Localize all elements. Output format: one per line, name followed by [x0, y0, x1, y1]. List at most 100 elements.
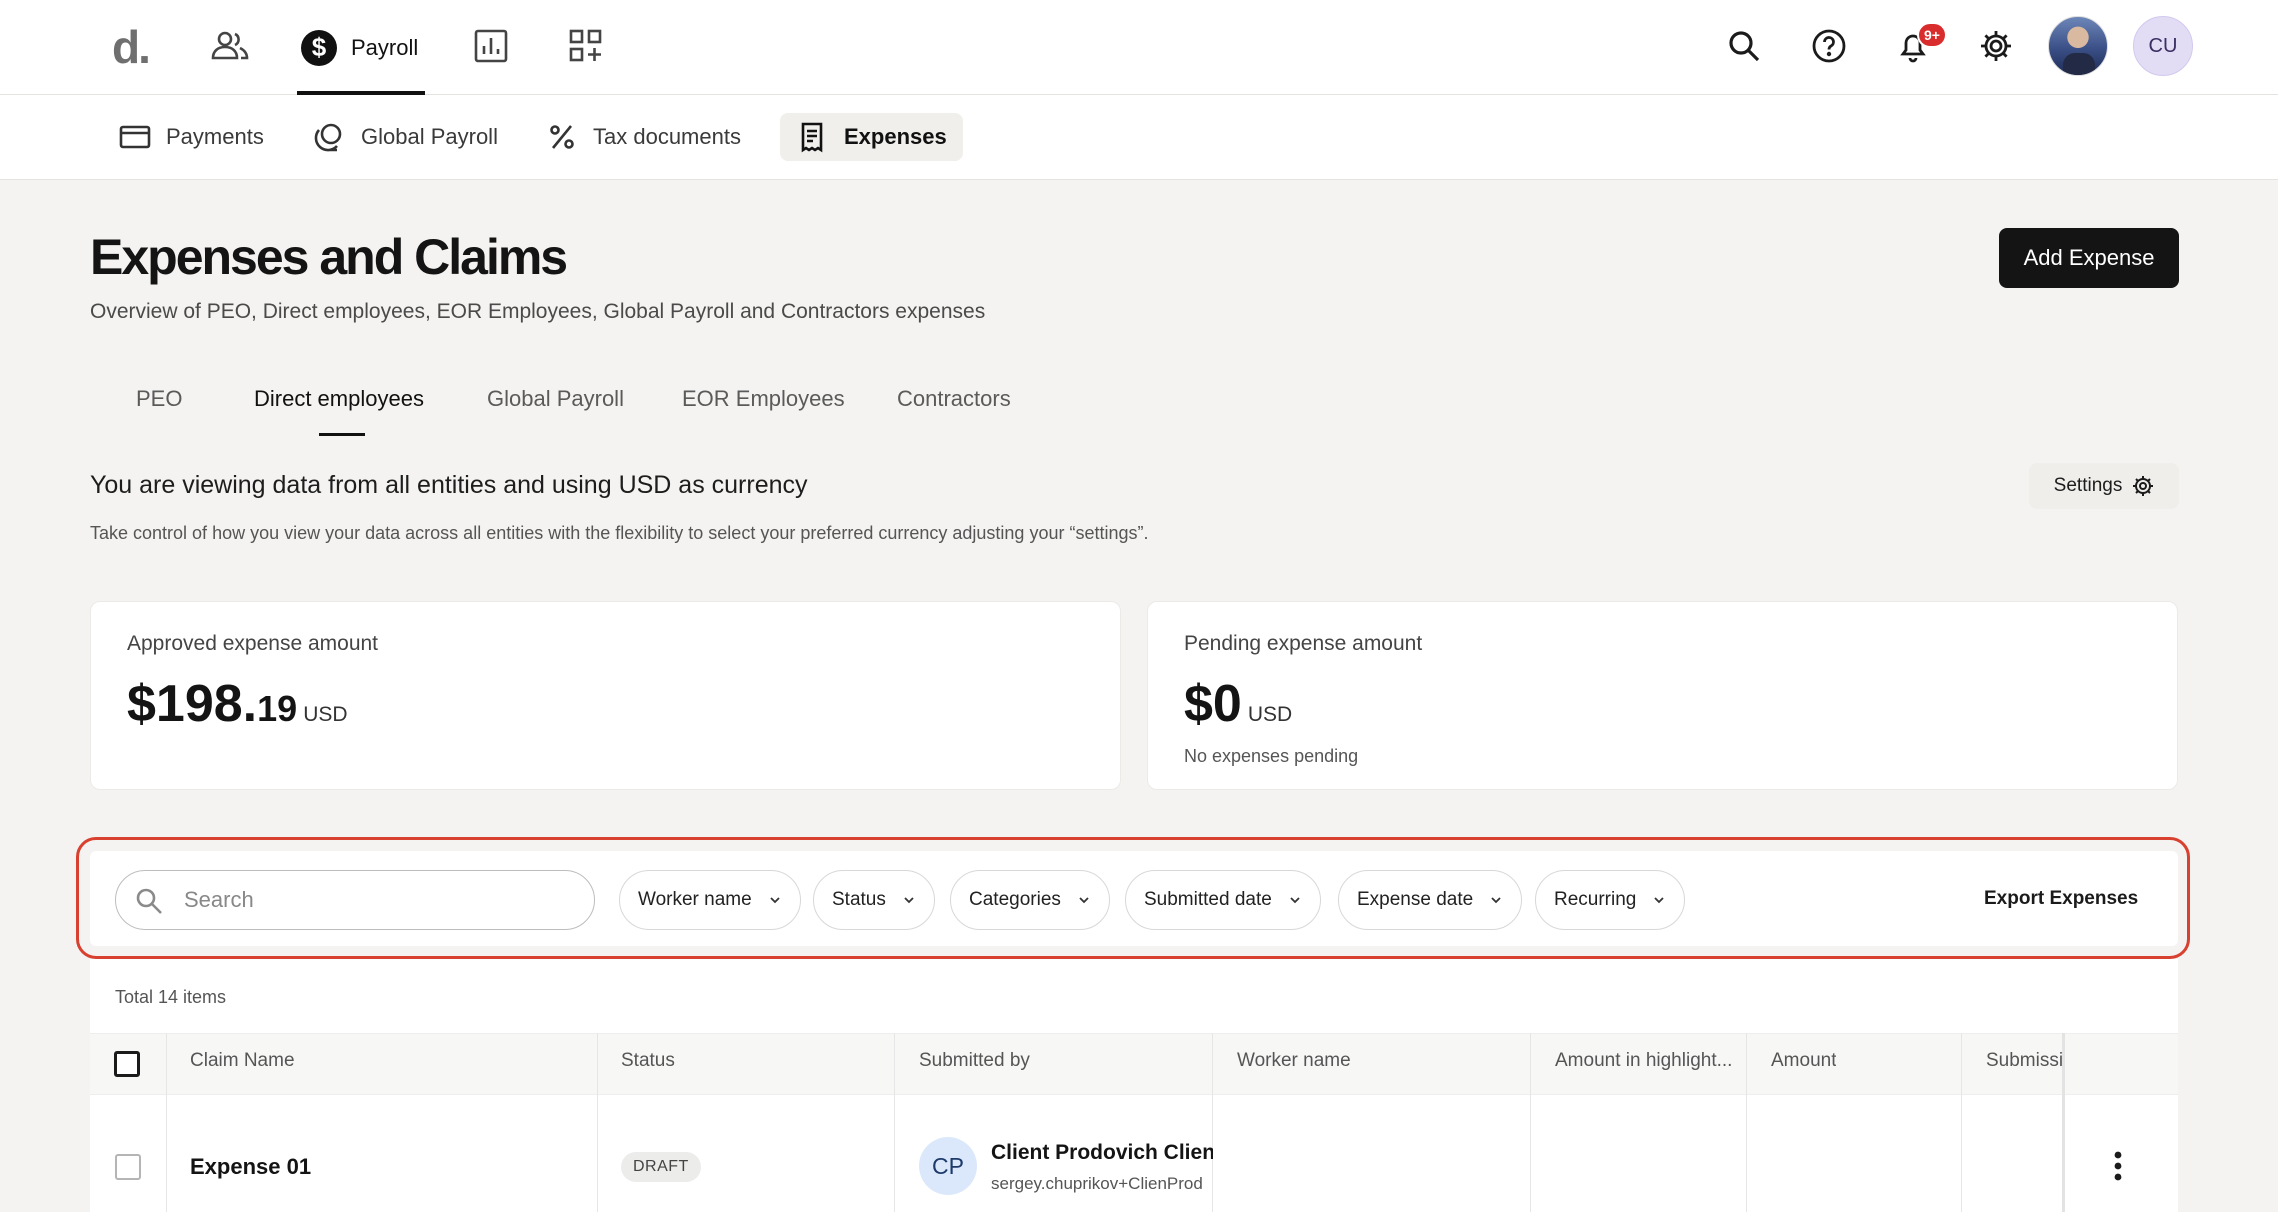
status-badge: DRAFT: [621, 1152, 701, 1182]
subnav-expenses[interactable]: Expenses: [780, 113, 963, 161]
chevron-down-icon: [1491, 897, 1501, 904]
approved-amount-whole: $198.: [127, 675, 258, 733]
search-icon: [136, 888, 162, 914]
percent-icon: [550, 125, 574, 149]
tab-peo[interactable]: PEO: [136, 386, 182, 436]
export-expenses-button[interactable]: Export Expenses: [1984, 888, 2138, 910]
page-subtitle: Overview of PEO, Direct employees, EOR E…: [90, 300, 986, 323]
pending-expense-note: No expenses pending: [1184, 746, 1359, 766]
column-divider: [1530, 1033, 1531, 1212]
card-icon: [119, 125, 151, 149]
filter-status-label: Status: [832, 889, 886, 910]
nav-payroll-label: Payroll: [351, 34, 419, 60]
total-items-count: Total 14 items: [115, 987, 227, 1007]
filter-recurring[interactable]: Recurring: [1535, 870, 1686, 930]
column-divider: [1746, 1033, 1747, 1212]
chevron-down-icon: [1290, 897, 1300, 904]
tab-direct-employees[interactable]: Direct employees: [254, 386, 424, 436]
chevron-down-icon: [904, 897, 914, 904]
subnav-global-payroll-label: Global Payroll: [361, 124, 498, 149]
active-tab-indicator: [319, 433, 365, 436]
user-photo-avatar[interactable]: [2048, 16, 2108, 76]
gear-icon[interactable]: [1974, 24, 2018, 68]
approved-expense-label: Approved expense amount: [127, 632, 379, 655]
filter-recurring-label: Recurring: [1554, 889, 1637, 910]
select-all-checkbox[interactable]: [114, 1051, 140, 1077]
payroll-subnav: Payments Global Payroll Tax documents Ex…: [0, 95, 2278, 180]
chevron-down-icon: [1079, 897, 1089, 904]
filter-status[interactable]: Status: [813, 870, 935, 930]
chevron-down-icon: [770, 897, 780, 904]
column-divider: [1961, 1033, 1962, 1212]
notification-badge: 9+: [1917, 22, 1947, 48]
submitter-name: Client Prodovich Client: [991, 1141, 1213, 1164]
column-header-submitted-by[interactable]: Submitted by: [919, 1050, 1030, 1072]
page-title: Expenses and Claims: [90, 229, 568, 285]
tab-eor-employees[interactable]: EOR Employees: [682, 386, 845, 436]
settings-label: Settings: [2053, 475, 2123, 496]
column-header-claim-name[interactable]: Claim Name: [190, 1050, 295, 1072]
tab-global-payroll[interactable]: Global Payroll: [487, 386, 624, 436]
column-header-status[interactable]: Status: [621, 1050, 675, 1072]
column-divider: [597, 1033, 598, 1212]
column-header-submission[interactable]: Submissi: [1986, 1050, 2062, 1072]
dollar-icon: $: [301, 29, 337, 66]
approved-expense-card: Approved expense amount $198. 19 USD: [90, 601, 1121, 790]
sticky-column-divider: [2062, 1033, 2065, 1212]
pending-expense-label: Pending expense amount: [1184, 632, 1423, 655]
row-actions-kebab-icon[interactable]: [2106, 1148, 2130, 1184]
approved-amount-currency: USD: [303, 703, 348, 726]
claim-name-cell[interactable]: Expense 01: [190, 1154, 311, 1180]
subnav-tax-documents-label: Tax documents: [593, 124, 741, 149]
pending-expense-card: Pending expense amount $0 USD No expense…: [1147, 601, 2178, 790]
receipt-icon: [801, 122, 823, 153]
filter-submitted-date-label: Submitted date: [1144, 889, 1272, 910]
subnav-payments-label: Payments: [166, 124, 264, 149]
add-expense-button[interactable]: Add Expense: [1999, 228, 2179, 288]
subnav-tax-documents[interactable]: Tax documents: [529, 113, 757, 161]
column-header-amount[interactable]: Amount: [1771, 1050, 1836, 1072]
filter-worker-name-label: Worker name: [638, 889, 752, 910]
pending-expense-amount: $0 USD: [1184, 674, 1292, 734]
filter-worker-name[interactable]: Worker name: [619, 870, 801, 930]
approved-amount-cents: 19: [257, 688, 298, 729]
search-input[interactable]: [184, 881, 574, 919]
filter-expense-date[interactable]: Expense date: [1338, 870, 1523, 930]
column-divider: [166, 1033, 167, 1212]
subnav-expenses-label: Expenses: [844, 124, 947, 149]
apps-grid-plus-icon[interactable]: [564, 24, 608, 68]
search-icon[interactable]: [1722, 24, 1766, 68]
currency-info-title: You are viewing data from all entities a…: [90, 471, 808, 499]
people-icon[interactable]: [208, 24, 252, 68]
currency-info-description: Take control of how you view your data a…: [90, 523, 1149, 543]
table-header-row: [90, 1033, 2178, 1095]
top-navigation-bar: d. $ Payroll 9+ CU: [0, 0, 2278, 95]
settings-button[interactable]: Settings: [2029, 463, 2179, 509]
gear-icon: [2133, 476, 2154, 496]
user-initials-avatar[interactable]: CU: [2133, 16, 2193, 76]
deel-logo[interactable]: d.: [112, 20, 151, 74]
chevron-down-icon: [1654, 897, 1665, 904]
filter-categories[interactable]: Categories: [950, 870, 1110, 930]
column-header-worker-name[interactable]: Worker name: [1237, 1050, 1351, 1072]
row-checkbox[interactable]: [115, 1154, 141, 1180]
subnav-payments[interactable]: Payments: [102, 113, 280, 161]
filter-categories-label: Categories: [969, 889, 1061, 910]
pending-amount-whole: $0: [1184, 675, 1242, 733]
reports-chart-icon[interactable]: [469, 24, 513, 68]
nav-payroll[interactable]: $ Payroll: [297, 0, 425, 95]
bell-icon[interactable]: 9+: [1891, 22, 1947, 68]
filter-submitted-date[interactable]: Submitted date: [1125, 870, 1321, 930]
globe-icon: [314, 123, 342, 152]
column-header-amount-highlight[interactable]: Amount in highlight...: [1555, 1050, 1737, 1072]
tab-contractors[interactable]: Contractors: [897, 386, 1011, 436]
submitter-avatar: CP: [919, 1137, 977, 1195]
approved-expense-amount: $198. 19 USD: [127, 674, 348, 734]
help-icon[interactable]: [1807, 24, 1851, 68]
column-divider: [894, 1033, 895, 1212]
submitter-email: sergey.chuprikov+ClienProd: [991, 1174, 1203, 1193]
pending-amount-currency: USD: [1247, 703, 1293, 726]
filter-expense-date-label: Expense date: [1357, 889, 1474, 910]
subnav-global-payroll[interactable]: Global Payroll: [297, 113, 514, 161]
search-field[interactable]: [115, 870, 595, 930]
